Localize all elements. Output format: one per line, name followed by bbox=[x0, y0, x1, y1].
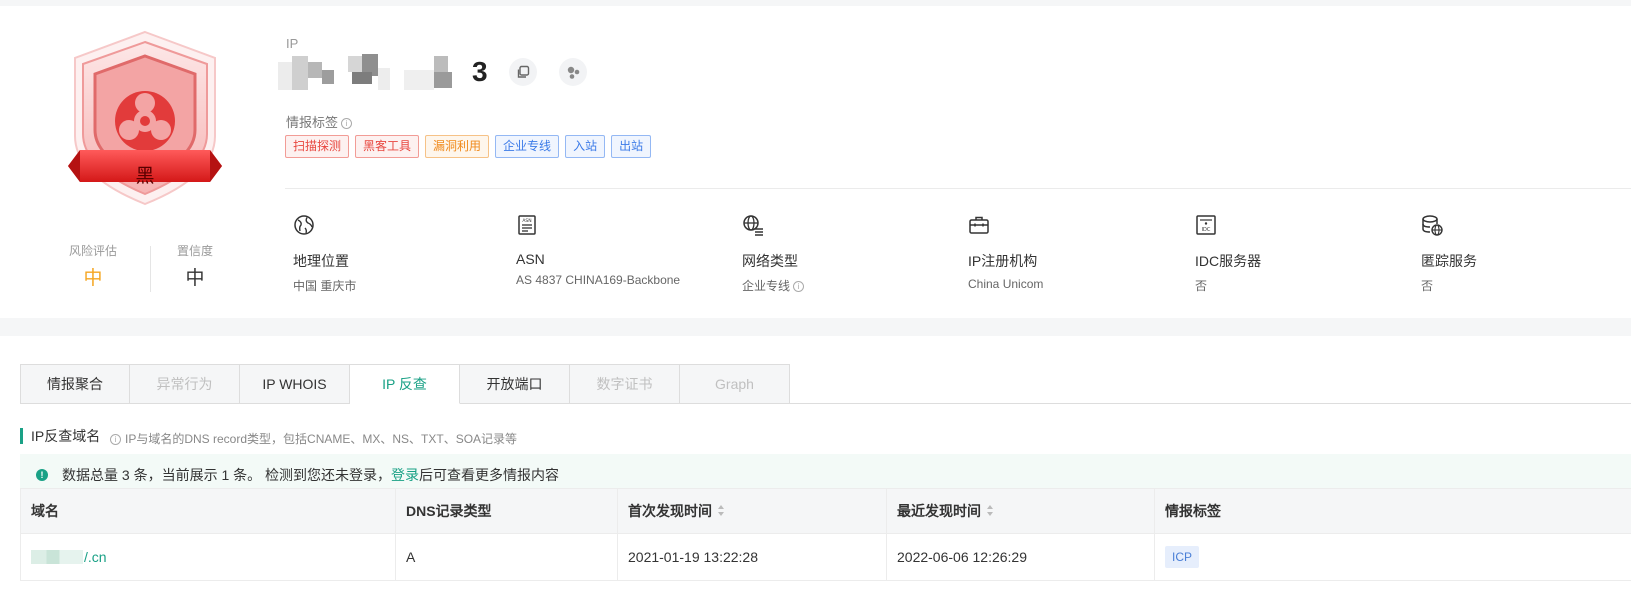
info-idc: IDC IDC服务器 否 bbox=[1195, 214, 1395, 294]
cell-dns-type: A bbox=[396, 534, 618, 580]
copy-icon bbox=[517, 65, 530, 78]
info-title: 匿踪服务 bbox=[1421, 253, 1477, 269]
redacted-domain bbox=[31, 550, 83, 564]
info-title: IP注册机构 bbox=[968, 253, 1038, 269]
tab-ip-reverse-lookup[interactable]: IP 反查 bbox=[350, 364, 460, 404]
graph-button[interactable] bbox=[559, 58, 587, 86]
info-anonymity: 匿踪服务 否 bbox=[1421, 214, 1621, 294]
icp-tag[interactable]: ICP bbox=[1165, 546, 1200, 568]
info-asn: ASN ASN AS 4837 CHINA169-Backbone bbox=[516, 214, 716, 287]
tab-ip-whois[interactable]: IP WHOIS bbox=[240, 364, 350, 404]
briefcase-icon bbox=[969, 216, 989, 234]
svg-text:IDC: IDC bbox=[1202, 227, 1211, 233]
cell-tags: ICP bbox=[1155, 534, 1631, 580]
graph-nodes-icon bbox=[567, 66, 580, 79]
confidence-score-value: 中 bbox=[185, 268, 205, 289]
info-value: 否 bbox=[1421, 279, 1434, 293]
info-network-type: 网络类型 企业专线 i bbox=[742, 214, 942, 294]
column-header-dns-type: DNS记录类型 bbox=[396, 489, 618, 533]
info-value: China Unicom bbox=[968, 277, 1044, 291]
globe-icon bbox=[294, 215, 314, 235]
info-value: 企业专线 i bbox=[742, 277, 942, 294]
tab-certificates[interactable]: 数字证书 bbox=[570, 364, 680, 404]
sort-icon[interactable] bbox=[987, 505, 994, 517]
reverse-domain-table: 域名 DNS记录类型 首次发现时间 最近发现时间 情报标签 /.cn A 202… bbox=[20, 488, 1631, 581]
login-link[interactable]: 登录 bbox=[391, 465, 419, 485]
notice-text: 数据总量 3 条，当前展示 1 条。 检测到您还未登录， bbox=[62, 467, 392, 483]
tab-graph[interactable]: Graph bbox=[680, 364, 790, 404]
confidence-score: 置信度 中 bbox=[145, 242, 245, 290]
detail-panel: 情报聚合 异常行为 IP WHOIS IP 反查 开放端口 数字证书 Graph… bbox=[0, 336, 1631, 612]
tab-bar: 情报聚合 异常行为 IP WHOIS IP 反查 开放端口 数字证书 Graph bbox=[20, 364, 790, 404]
intel-tag[interactable]: 入站 bbox=[565, 135, 606, 158]
tab-open-ports[interactable]: 开放端口 bbox=[460, 364, 570, 404]
network-globe-icon bbox=[743, 215, 763, 236]
confidence-score-label: 置信度 bbox=[176, 244, 213, 258]
risk-badge: 黑 bbox=[60, 26, 240, 216]
tab-abnormal-behavior[interactable]: 异常行为 bbox=[130, 364, 240, 404]
score-row: 风险评估 中 置信度 中 bbox=[40, 242, 240, 298]
intel-tag[interactable]: 企业专线 bbox=[495, 135, 560, 158]
intel-tags-label: 情报标签 i bbox=[286, 112, 353, 131]
database-globe-icon bbox=[1422, 215, 1443, 236]
info-title: IDC服务器 bbox=[1195, 253, 1262, 269]
tab-intel-aggregation[interactable]: 情报聚合 bbox=[20, 364, 130, 404]
notice-text: 后可查看更多情报内容 bbox=[419, 467, 560, 483]
svg-text:ASN: ASN bbox=[522, 218, 531, 224]
info-icon[interactable]: i bbox=[341, 118, 353, 129]
intel-tag[interactable]: 漏洞利用 bbox=[425, 135, 490, 158]
table-row: /.cn A 2021-01-19 13:22:28 2022-06-06 12… bbox=[20, 534, 1631, 581]
risk-score-value: 中 bbox=[83, 268, 103, 289]
ip-address-redacted bbox=[278, 54, 498, 94]
ip-overview-card: 黑 风险评估 中 置信度 中 IP 3 情报标签 i 扫描探测 黑客工具 漏洞利… bbox=[0, 6, 1631, 318]
intel-tag[interactable]: 扫描探测 bbox=[285, 135, 350, 158]
ip-visible-digit: 3 bbox=[472, 56, 488, 87]
ip-label: IP bbox=[286, 36, 299, 51]
cell-domain: /.cn bbox=[20, 534, 396, 580]
verdict-label: 黑 bbox=[135, 166, 155, 187]
intel-tags: 扫描探测 黑客工具 漏洞利用 企业专线 入站 出站 bbox=[285, 135, 652, 158]
risk-score: 风险评估 中 bbox=[43, 242, 143, 290]
intel-tag[interactable]: 出站 bbox=[611, 135, 652, 158]
section-title: IP反查域名 bbox=[20, 428, 100, 444]
idc-server-icon: IDC bbox=[1196, 215, 1216, 235]
info-title: 地理位置 bbox=[293, 253, 349, 269]
info-value: AS 4837 CHINA169-Backbone bbox=[516, 273, 681, 287]
info-icon: i bbox=[110, 434, 121, 445]
table-header-row: 域名 DNS记录类型 首次发现时间 最近发现时间 情报标签 bbox=[20, 488, 1631, 534]
section-hint: i IP与域名的DNS record类型，包括CNAME、MX、NS、TXT、SO… bbox=[110, 430, 517, 447]
risk-score-label: 风险评估 bbox=[68, 244, 117, 258]
info-icon[interactable]: i bbox=[793, 281, 805, 292]
info-title: ASN bbox=[516, 251, 545, 267]
divider bbox=[285, 188, 1631, 189]
info-registrar: IP注册机构 China Unicom bbox=[968, 214, 1168, 291]
domain-link[interactable]: /.cn bbox=[31, 549, 107, 565]
column-header-tags: 情报标签 bbox=[1165, 503, 1221, 519]
column-header-first-seen[interactable]: 首次发现时间 bbox=[618, 489, 887, 533]
copy-button[interactable] bbox=[509, 58, 537, 86]
info-circle-icon: ! bbox=[36, 469, 48, 481]
cell-first-seen: 2021-01-19 13:22:28 bbox=[618, 534, 887, 580]
cell-last-seen: 2022-06-06 12:26:29 bbox=[887, 534, 1155, 580]
sort-icon[interactable] bbox=[718, 505, 725, 517]
column-header-domain: 域名 bbox=[20, 489, 396, 533]
intel-tag[interactable]: 黑客工具 bbox=[355, 135, 420, 158]
column-header-last-seen[interactable]: 最近发现时间 bbox=[887, 489, 1155, 533]
info-value: 中国 重庆市 bbox=[293, 279, 357, 293]
info-value: 否 bbox=[1195, 279, 1208, 293]
info-title: 网络类型 bbox=[742, 253, 798, 269]
asn-document-icon: ASN bbox=[518, 215, 536, 235]
info-location: 地理位置 中国 重庆市 bbox=[293, 214, 493, 294]
